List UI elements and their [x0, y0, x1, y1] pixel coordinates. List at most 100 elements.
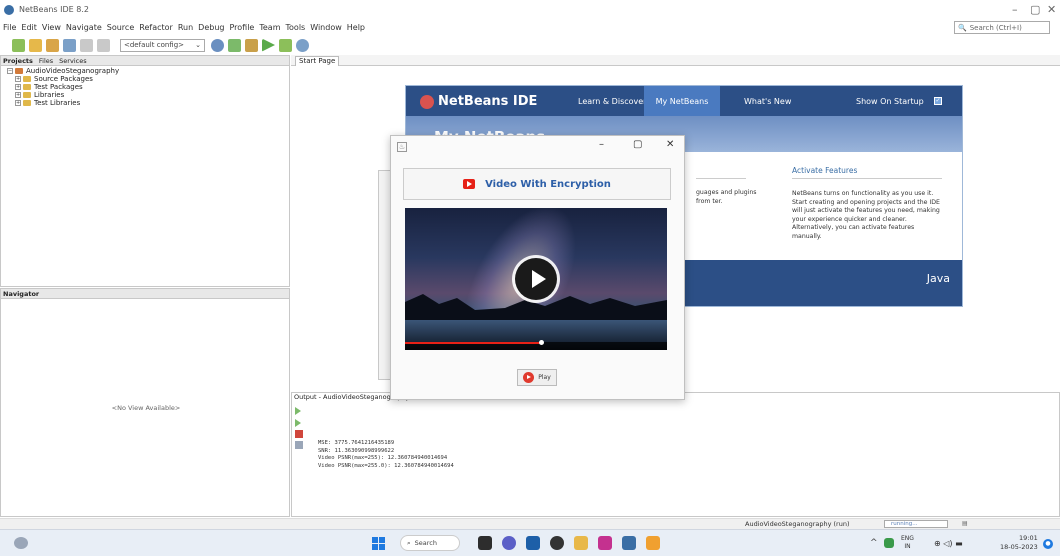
menu-run[interactable]: Run [178, 23, 193, 32]
menu-window[interactable]: Window [310, 23, 342, 32]
nav-my-netbeans[interactable]: My NetBeans [644, 86, 720, 116]
menu-profile[interactable]: Profile [229, 23, 254, 32]
taskbar-search[interactable]: ⌕ Search [400, 535, 460, 551]
task-view-icon[interactable] [478, 536, 492, 550]
netbeans-taskbar-icon[interactable] [646, 536, 660, 550]
tab-projects[interactable]: Projects [3, 57, 33, 65]
video-heading: Video With Encryption [485, 178, 611, 190]
play-overlay-icon[interactable] [512, 255, 560, 303]
nav-learn-discover[interactable]: Learn & Discover [578, 97, 646, 106]
close-icon[interactable]: ✕ [1047, 3, 1056, 16]
clean-build-icon[interactable] [245, 38, 258, 52]
maximize-icon[interactable]: ▢ [633, 139, 642, 150]
menu-source[interactable]: Source [107, 23, 134, 32]
tab-start-page[interactable]: Start Page × [295, 56, 339, 73]
left-column-text: guages and plugins from ter. [696, 189, 757, 205]
weather-icon[interactable] [14, 537, 28, 549]
tree-row-source-packages[interactable]: + Source Packages [7, 75, 289, 83]
activate-features-link[interactable]: Activate Features [792, 166, 857, 175]
rerun-with-params-icon[interactable] [295, 419, 301, 427]
start-button[interactable] [372, 537, 385, 550]
output-console: MSE: 3775.7641216435189 SNR: 11.363090998… [318, 440, 454, 470]
menu-file[interactable]: File [3, 23, 16, 32]
tab-navigator[interactable]: Navigator [3, 290, 39, 298]
minimize-icon[interactable]: – [1012, 3, 1018, 16]
menu-tools[interactable]: Tools [286, 23, 306, 32]
collapse-icon[interactable]: − [7, 68, 13, 74]
language-indicator[interactable]: ENG IN [901, 535, 914, 551]
menu-navigate[interactable]: Navigate [66, 23, 102, 32]
title-bar: NetBeans IDE 8.2 – ▢ ✕ [0, 0, 1060, 19]
netbeans-app-icon [4, 4, 14, 15]
new-file-icon[interactable] [12, 38, 25, 52]
tree-row-libraries[interactable]: + Libraries [7, 91, 289, 99]
video-progress-bar[interactable] [405, 342, 542, 344]
netbeans-logo: NetBeans IDE [420, 94, 537, 109]
settings-icon[interactable] [295, 441, 303, 449]
maximize-icon[interactable]: ▢ [1030, 3, 1040, 16]
divider [792, 178, 942, 179]
output-panel: Output - AudioVideoSteganography (run) M… [291, 392, 1060, 517]
menu-debug[interactable]: Debug [198, 23, 224, 32]
taskbar-search-label: Search [414, 539, 437, 547]
video-heading-box: Video With Encryption [403, 168, 671, 200]
tree-row-test-libraries[interactable]: + Test Libraries [7, 99, 289, 107]
menu-view[interactable]: View [42, 23, 61, 32]
tab-label: Start Page [299, 57, 336, 65]
chevron-up-icon[interactable]: ^ [870, 538, 878, 548]
notification-badge[interactable]: ● [1043, 539, 1053, 549]
menu-edit[interactable]: Edit [21, 23, 37, 32]
expand-icon[interactable]: + [15, 84, 21, 90]
folder-icon [23, 84, 31, 90]
menu-refactor[interactable]: Refactor [139, 23, 173, 32]
open-project-icon[interactable] [46, 38, 59, 52]
notifications-icon[interactable]: ▤ [962, 520, 968, 527]
tray-app-icon[interactable] [884, 538, 894, 548]
config-select[interactable]: <default config> ⌄ [120, 38, 205, 52]
undo-icon[interactable] [80, 38, 93, 52]
store-icon[interactable] [598, 536, 612, 550]
status-project[interactable]: AudioVideoSteganography (run) [745, 520, 850, 528]
run-icon[interactable] [262, 38, 275, 52]
show-on-startup-checkbox[interactable]: ✓ [934, 97, 942, 105]
close-icon[interactable]: ✕ [666, 139, 674, 150]
windows-taskbar: ⌕ Search ^ ENG IN ⊕ ◁) ▬ 19:01 18-05-202… [0, 529, 1060, 556]
redo-icon[interactable] [97, 38, 110, 52]
output-line: MSE: 3775.7641216435189 [318, 440, 395, 446]
expand-icon[interactable]: + [15, 92, 21, 98]
expand-icon[interactable]: + [15, 100, 21, 106]
file-explorer-icon[interactable] [574, 536, 588, 550]
stop-icon[interactable] [295, 430, 303, 438]
video-scrubber[interactable] [539, 340, 545, 345]
new-project-icon[interactable] [29, 38, 42, 52]
network-volume-battery-icons[interactable]: ⊕ ◁) ▬ [934, 539, 963, 548]
nav-whats-new[interactable]: What's New [744, 97, 791, 106]
chat-icon[interactable] [502, 536, 516, 550]
menu-help[interactable]: Help [347, 23, 365, 32]
ide-search-input[interactable]: 🔍 Search (Ctrl+I) [954, 21, 1050, 34]
play-button[interactable]: Play [517, 369, 557, 386]
clock[interactable]: 19:01 18-05-2023 [1000, 534, 1038, 552]
projects-panel-tabs: Projects Files Services [1, 56, 289, 66]
tab-services[interactable]: Services [59, 57, 86, 65]
debug-icon[interactable] [279, 38, 292, 52]
build-icon[interactable] [228, 38, 241, 52]
dell-icon[interactable] [550, 536, 564, 550]
minimize-icon[interactable]: – [599, 139, 604, 150]
security-icon[interactable] [622, 536, 636, 550]
mail-icon[interactable] [526, 536, 540, 550]
tree-row-project[interactable]: − AudioVideoSteganography [7, 67, 289, 75]
video-play-icon [463, 179, 476, 189]
video-preview[interactable] [405, 208, 667, 350]
search-icon: 🔍 [958, 23, 967, 32]
rerun-icon[interactable] [295, 407, 301, 415]
menu-team[interactable]: Team [259, 23, 280, 32]
tree-row-test-packages[interactable]: + Test Packages [7, 83, 289, 91]
save-all-icon[interactable] [63, 38, 76, 52]
start-page-header: NetBeans IDE Learn & Discover My NetBean… [406, 86, 962, 116]
tab-files[interactable]: Files [39, 57, 53, 65]
settings-icon[interactable] [211, 38, 224, 52]
profile-icon[interactable] [296, 38, 309, 52]
expand-icon[interactable]: + [15, 76, 21, 82]
no-view-label: <No View Available> [111, 404, 181, 412]
